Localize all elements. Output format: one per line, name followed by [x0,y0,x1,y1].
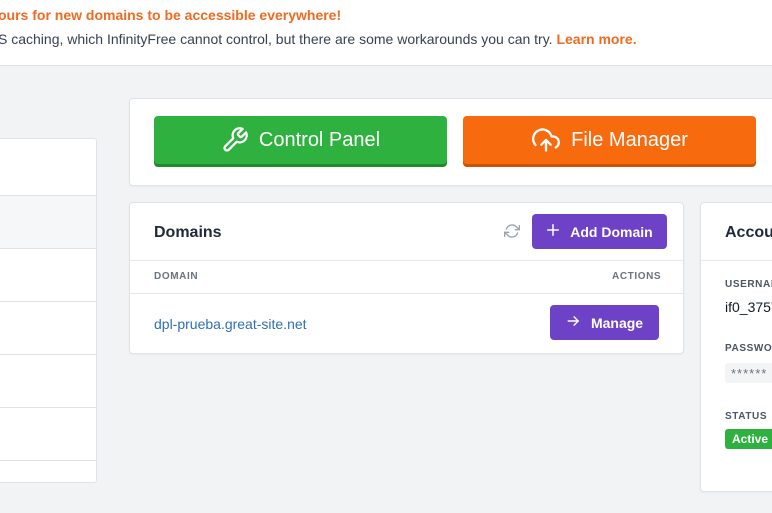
sidebar-row[interactable] [0,248,96,301]
plus-icon [546,223,560,240]
column-header-domain: DOMAIN [154,271,199,282]
refresh-button[interactable] [498,221,526,245]
cloud-upload-icon [531,126,561,154]
status-label: STATUS [725,411,768,422]
learn-more-link[interactable]: Learn more. [556,31,636,47]
account-title: Accou [725,224,772,241]
sidebar-row[interactable] [0,407,96,460]
shortcuts-card: Control Panel File Manager [129,98,772,186]
sidebar-row[interactable] [0,354,96,407]
manage-label: Manage [590,314,644,331]
control-panel-label: Control Panel [258,128,381,151]
sidebar-row[interactable] [0,301,96,354]
notice-title: ours for new domains to be accessible ev… [0,7,342,23]
divider [701,260,772,261]
manage-button[interactable]: Manage [550,305,659,340]
domains-card: Domains Add Domain DOMAIN ACTIONS dpl-pr… [129,202,684,354]
domains-table-header: DOMAIN ACTIONS [130,260,683,294]
add-domain-label: Add Domain [570,223,653,240]
left-sidebar-panel [0,138,97,483]
notice-banner: ours for new domains to be accessible ev… [0,0,772,66]
domains-title: Domains [154,224,222,241]
file-manager-label: File Manager [571,128,688,151]
password-value[interactable]: ****** [725,363,772,383]
refresh-icon [504,223,520,244]
sidebar-row[interactable] [0,460,96,513]
notice-text: S caching, which InfinityFree cannot con… [0,31,637,47]
account-card: Accou USERNAM if0_3757 PASSWOR ****** ST… [700,202,772,492]
sidebar-row[interactable] [0,195,96,248]
column-header-actions: ACTIONS [612,271,662,282]
status-badge: Active [725,429,772,449]
domain-link[interactable]: dpl-prueba.great-site.net [154,316,307,332]
file-manager-button[interactable]: File Manager [463,116,756,164]
arrow-right-icon [566,314,581,331]
add-domain-button[interactable]: Add Domain [532,214,667,249]
wrench-icon [221,126,249,154]
username-label: USERNAM [725,279,772,290]
notice-body: S caching, which InfinityFree cannot con… [0,31,557,47]
control-panel-button[interactable]: Control Panel [154,116,447,164]
username-value: if0_3757 [725,299,772,315]
password-label: PASSWOR [725,343,772,354]
